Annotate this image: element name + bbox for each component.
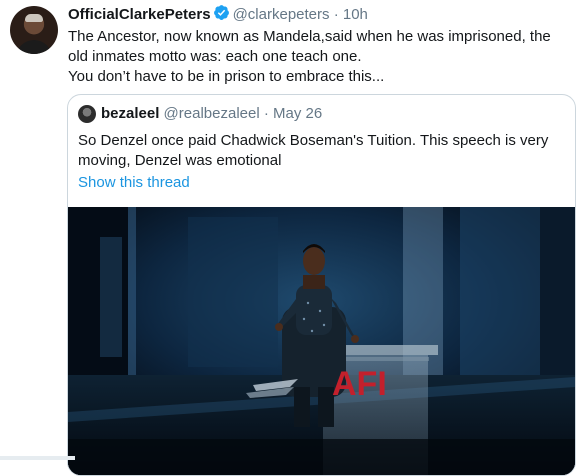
quoted-author-handle[interactable]: @realbezaleel [164,105,260,122]
tweet-text-line: The Ancestor, now known as Mandela,said … [68,28,551,45]
video-thumbnail[interactable]: AFI [68,207,575,475]
avatar-hair [25,14,43,22]
author-handle[interactable]: @clarkepeters [233,6,330,23]
quoted-tweet-text: So Denzel once paid Chadwick Boseman's T… [78,131,568,171]
afi-sign-text: AFI [332,365,387,403]
tweet-text-line: old inmates motto was: each one teach on… [68,48,362,65]
tweet-text-line: You don’t have to be in prison to embrac… [68,68,385,85]
tweet-timestamp[interactable]: 10h [343,6,368,23]
author-display-name[interactable]: OfficialClarkePeters [68,6,211,23]
quoted-text-line: moving, Denzel was emotional [78,152,282,169]
header-separator: · [333,6,339,23]
tweet-header: OfficialClarkePeters @clarkepeters · 10h [68,4,368,27]
quoted-text-line: So Denzel once paid Chadwick Boseman's T… [78,132,549,149]
quoted-tweet-card[interactable]: bezaleel @realbezaleel · May 26 So Denze… [67,94,576,476]
quoted-author-avatar[interactable] [78,105,96,123]
quoted-tweet-header: bezaleel @realbezaleel · May 26 [101,104,322,124]
scroll-indicator [0,456,75,460]
quoted-tweet-date[interactable]: May 26 [273,105,322,122]
quoted-header-separator: · [263,105,269,122]
stage-scene-image: AFI [68,207,575,475]
avatar-shoulders [16,40,52,54]
quoted-author-display-name[interactable]: bezaleel [101,105,159,122]
show-thread-link[interactable]: Show this thread [78,173,190,193]
author-avatar[interactable] [10,6,58,54]
tweet-text: The Ancestor, now known as Mandela,said … [68,27,573,87]
verified-badge-icon [213,4,230,27]
